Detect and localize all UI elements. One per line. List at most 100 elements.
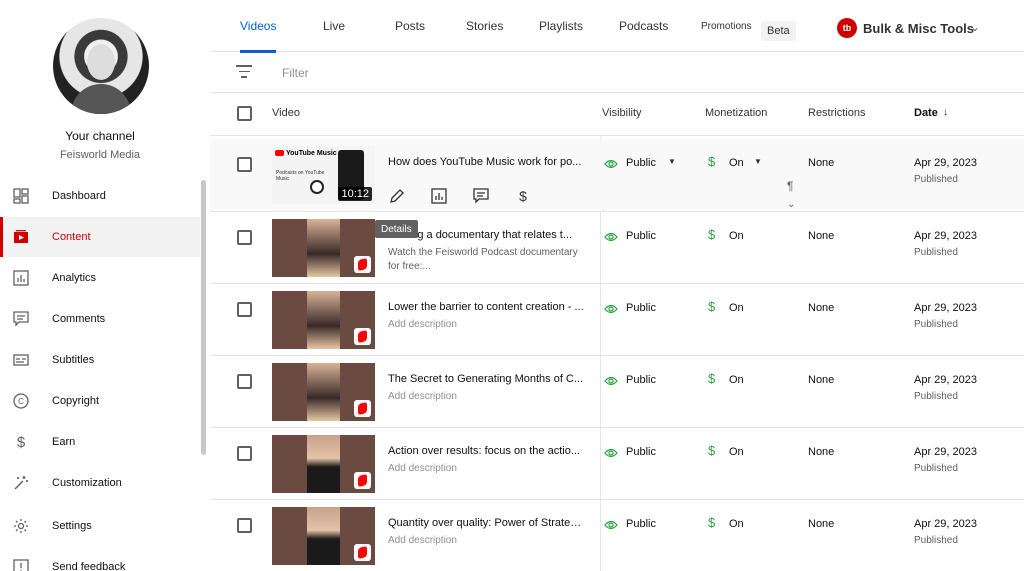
video-thumbnail[interactable] <box>272 219 375 277</box>
sidebar-item-label: Content <box>52 231 91 243</box>
eye-icon <box>604 517 618 530</box>
sidebar-item-earn[interactable]: $ Earn <box>0 422 200 462</box>
row-checkbox[interactable] <box>237 157 252 172</box>
video-title[interactable]: Action over results: focus on the actio.… <box>388 445 584 457</box>
sidebar-scrollbar[interactable] <box>201 180 206 455</box>
sort-arrow-icon[interactable]: ↓ <box>943 106 949 118</box>
table-row[interactable]: Making a documentary that relates t... W… <box>210 212 1024 284</box>
column-visibility[interactable]: Visibility <box>602 107 642 119</box>
sidebar-item-label: Copyright <box>52 395 100 407</box>
copyright-icon: C <box>12 392 30 410</box>
video-thumbnail[interactable] <box>272 507 375 565</box>
filter-input[interactable]: Filter <box>282 66 309 80</box>
visibility-value: Public <box>626 446 656 458</box>
bulk-tools-menu[interactable]: Bulk & Misc Tools <box>863 21 974 36</box>
video-description[interactable]: Add description <box>388 534 588 548</box>
table-row[interactable]: Action over results: focus on the actio.… <box>210 428 1024 500</box>
video-thumbnail[interactable] <box>272 291 375 349</box>
monetization-value: On <box>729 230 744 242</box>
chevron-down-icon[interactable]: ⌄ <box>970 20 980 34</box>
sidebar-item-subtitles[interactable]: Subtitles <box>0 340 200 380</box>
row-checkbox[interactable] <box>237 518 252 533</box>
sidebar-item-content[interactable]: Content <box>0 217 200 257</box>
row-checkbox[interactable] <box>237 374 252 389</box>
sidebar-item-label: Send feedback <box>52 561 126 571</box>
video-description[interactable]: Add description <box>388 462 588 476</box>
sidebar-item-settings[interactable]: Settings <box>0 506 200 546</box>
sidebar-item-comments[interactable]: Comments <box>0 299 200 339</box>
drag-handle-icon[interactable]: ¶ <box>787 179 793 193</box>
column-restrictions[interactable]: Restrictions <box>808 107 865 119</box>
channel-name: Feisworld Media <box>59 149 141 161</box>
sidebar-item-customization[interactable]: Customization <box>0 463 200 503</box>
dollar-icon: $ <box>708 299 716 314</box>
eye-icon <box>604 229 618 242</box>
expand-chevron-icon[interactable]: ⌄ <box>787 199 795 210</box>
analytics-icon <box>12 269 30 287</box>
table-row[interactable]: Lower the barrier to content creation - … <box>210 284 1024 356</box>
sidebar: Your channel Feisworld Media Dashboard C… <box>0 0 210 571</box>
sidebar-item-copyright[interactable]: C Copyright <box>0 381 200 421</box>
eye-icon <box>604 156 618 169</box>
svg-text:C: C <box>18 397 24 406</box>
tab-playlists[interactable]: Playlists <box>539 0 583 52</box>
tab-live[interactable]: Live <box>323 0 345 52</box>
tubebuddy-logo-icon[interactable]: tb <box>837 18 857 38</box>
visibility-dropdown[interactable]: Public <box>626 157 656 169</box>
video-description[interactable]: Add description <box>388 390 588 404</box>
sidebar-item-dashboard[interactable]: Dashboard <box>0 176 200 216</box>
monetization-icon[interactable]: $ <box>514 187 532 205</box>
video-duration: 10:12 <box>338 187 372 201</box>
tab-promotions[interactable]: Promotions <box>701 0 752 52</box>
date-value: Apr 29, 2023 <box>914 446 977 458</box>
row-checkbox[interactable] <box>237 302 252 317</box>
shorts-icon <box>354 328 371 345</box>
select-all-checkbox[interactable] <box>237 106 252 121</box>
column-monetization[interactable]: Monetization <box>705 107 767 119</box>
tab-stories[interactable]: Stories <box>466 0 503 52</box>
publish-status: Published <box>914 535 958 546</box>
sidebar-item-label: Comments <box>52 313 106 325</box>
dollar-icon: $ <box>708 154 716 169</box>
video-title[interactable]: Lower the barrier to content creation - … <box>388 301 584 313</box>
sidebar-item-analytics[interactable]: Analytics <box>0 258 200 298</box>
monetization-value: On <box>729 302 744 314</box>
sidebar-item-label: Settings <box>52 520 92 532</box>
video-title[interactable]: How does YouTube Music work for po... <box>388 156 584 168</box>
tab-videos[interactable]: Videos <box>240 0 277 53</box>
eye-icon <box>604 445 618 458</box>
row-checkbox[interactable] <box>237 446 252 461</box>
date-value: Apr 29, 2023 <box>914 518 977 530</box>
dollar-icon: $ <box>708 227 716 242</box>
table-row[interactable]: YouTube Music Podcasts on YouTube Music … <box>210 139 1024 212</box>
restrictions-value: None <box>808 374 835 386</box>
video-thumbnail[interactable] <box>272 435 375 493</box>
table-row[interactable]: Quantity over quality: Power of Strateg.… <box>210 500 1024 571</box>
column-date[interactable]: Date <box>914 107 938 119</box>
visibility-caret-icon[interactable]: ▼ <box>668 157 676 166</box>
podcast-icon <box>310 180 324 194</box>
table-row[interactable]: The Secret to Generating Months of C... … <box>210 356 1024 428</box>
channel-avatar[interactable] <box>53 18 149 114</box>
edit-pencil-icon[interactable] <box>388 187 406 205</box>
analytics-icon[interactable] <box>430 187 448 205</box>
eye-icon <box>604 301 618 314</box>
video-description: Watch the Feisworld Podcast documentary … <box>388 247 578 272</box>
comments-icon[interactable] <box>472 187 490 205</box>
restrictions-value: None <box>808 446 835 458</box>
video-title[interactable]: The Secret to Generating Months of C... <box>388 373 584 385</box>
video-thumbnail[interactable]: YouTube Music Podcasts on YouTube Music … <box>272 146 375 204</box>
sidebar-item-send-feedback[interactable]: Send feedback <box>0 547 200 571</box>
video-thumbnail[interactable] <box>272 363 375 421</box>
row-checkbox[interactable] <box>237 230 252 245</box>
dollar-icon: $ <box>708 443 716 458</box>
filter-icon[interactable] <box>236 65 252 79</box>
monetization-dropdown[interactable]: On <box>729 157 744 169</box>
content-tabs: Videos Live Posts Stories Playlists Podc… <box>210 0 1024 53</box>
tab-posts[interactable]: Posts <box>395 0 425 52</box>
video-title[interactable]: Quantity over quality: Power of Strateg.… <box>388 517 584 529</box>
monetization-caret-icon[interactable]: ▼ <box>754 157 762 166</box>
tab-podcasts[interactable]: Podcasts <box>619 0 668 52</box>
comments-icon <box>12 310 30 328</box>
video-description[interactable]: Add description <box>388 318 588 332</box>
